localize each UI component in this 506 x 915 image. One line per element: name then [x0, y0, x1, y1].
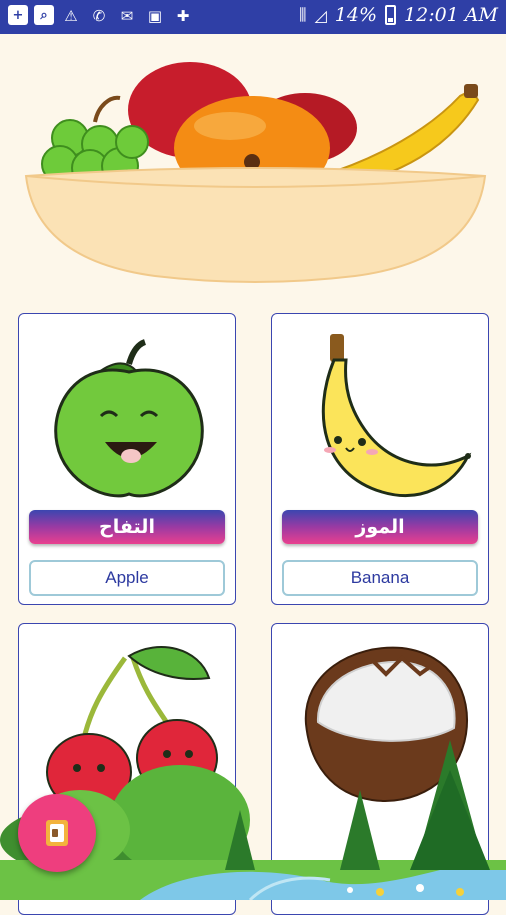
book-fab-button[interactable] [18, 794, 96, 872]
status-bar: + ⌕ ⚠ ✆ ✉ ▣ ✚ ⫼ ◿ 14% 12:01 AM [0, 0, 506, 34]
warning-icon: ⚠ [64, 7, 78, 25]
fruit-name-arabic[interactable]: الموز [282, 510, 478, 544]
battery-percent: 14% [334, 4, 378, 26]
fruit-bowl-illustration [24, 62, 487, 283]
medical-plus-icon: ✚ [176, 7, 190, 25]
search-box-icon: ⌕ [34, 5, 54, 25]
phone-icon: ✆ [92, 7, 106, 25]
vibrate-icon: ⫼ [299, 5, 307, 24]
muted-notification-icon: ✉ [120, 7, 134, 25]
apple-illustration [54, 339, 204, 498]
add-box-icon: + [8, 5, 28, 25]
image-icon: ▣ [147, 7, 163, 25]
fruit-name-english[interactable]: Apple [29, 560, 225, 596]
fruit-card-banana[interactable]: الموز Banana [271, 313, 489, 605]
fruit-card-apple[interactable]: التفاح Apple [18, 313, 236, 605]
book-icon [46, 820, 68, 846]
banana-illustration [321, 334, 472, 498]
fruit-name-english[interactable]: Banana [282, 560, 478, 596]
signal-icon: ◿ [314, 5, 327, 25]
clock-time: 12:01 AM [404, 4, 498, 26]
battery-icon [385, 5, 397, 25]
fruit-name-arabic[interactable]: التفاح [29, 510, 225, 544]
